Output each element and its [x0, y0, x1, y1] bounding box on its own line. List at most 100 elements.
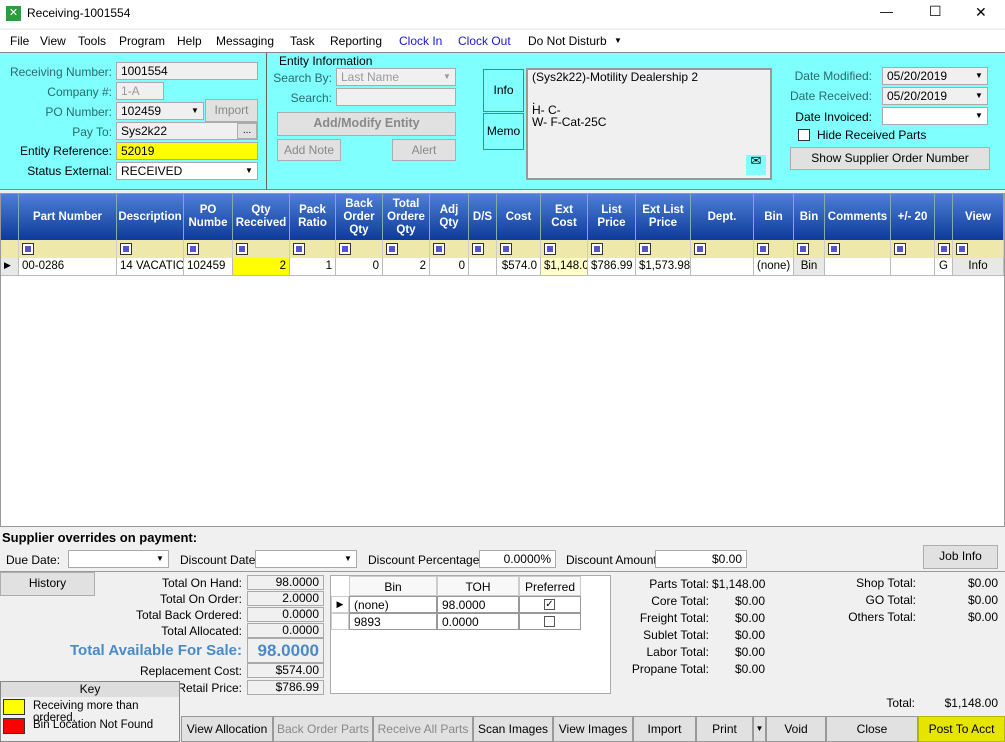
- pay-to-field[interactable]: Sys2k22...: [116, 122, 258, 140]
- status-external-select[interactable]: RECEIVED ▼: [116, 162, 258, 180]
- filter-icon[interactable]: [591, 243, 603, 255]
- menu-view[interactable]: View: [40, 34, 66, 48]
- menu-clock-in[interactable]: Clock In: [399, 34, 442, 48]
- print-dropdown-button[interactable]: ▼: [753, 716, 766, 742]
- filter-cell[interactable]: [430, 240, 469, 258]
- menu-help[interactable]: Help: [177, 34, 202, 48]
- menu-do-not-disturb[interactable]: Do Not Disturb: [528, 34, 607, 48]
- filter-cell[interactable]: [336, 240, 383, 258]
- column-header-bin[interactable]: Bin: [754, 194, 794, 240]
- add-note-button[interactable]: Add Note: [277, 139, 341, 161]
- filter-icon[interactable]: [894, 243, 906, 255]
- discount-date-picker[interactable]: ▼: [255, 550, 357, 568]
- column-header-total-ordere-qty[interactable]: Total Ordere Qty: [383, 194, 430, 240]
- filter-icon[interactable]: [293, 243, 305, 255]
- filter-icon[interactable]: [500, 243, 512, 255]
- po-number-select[interactable]: 102459 ▼: [116, 102, 204, 120]
- column-header-po-numbe[interactable]: PO Numbe: [184, 194, 233, 240]
- add-modify-entity-button[interactable]: Add/Modify Entity: [277, 112, 456, 136]
- receiving-number-field[interactable]: 1001554: [116, 62, 258, 80]
- filter-cell[interactable]: [184, 240, 233, 258]
- column-header-description[interactable]: Description: [117, 194, 184, 240]
- tab-memo[interactable]: Memo: [483, 113, 524, 150]
- menu-tools[interactable]: Tools: [78, 34, 106, 48]
- column-header-adj-qty[interactable]: Adj Qty: [430, 194, 469, 240]
- filter-cell[interactable]: [383, 240, 430, 258]
- discount-amount-field[interactable]: $0.00: [655, 550, 747, 568]
- filter-cell[interactable]: [754, 240, 794, 258]
- column-header-dept[interactable]: Dept.: [691, 194, 754, 240]
- column-header-part-number[interactable]: Part Number: [19, 194, 117, 240]
- envelope-icon[interactable]: ✉: [746, 154, 766, 175]
- filter-icon[interactable]: [797, 243, 809, 255]
- column-header-qty-received[interactable]: Qty Received: [233, 194, 290, 240]
- filter-icon[interactable]: [187, 243, 199, 255]
- column-header-bin[interactable]: Bin: [794, 194, 825, 240]
- cell-view[interactable]: Info: [953, 258, 1004, 276]
- column-header-blank[interactable]: [935, 194, 953, 240]
- scan-images-button[interactable]: Scan Images: [473, 716, 553, 742]
- filter-icon[interactable]: [472, 243, 484, 255]
- bins-header-toh[interactable]: TOH: [437, 576, 519, 596]
- filter-cell[interactable]: [935, 240, 953, 258]
- bins-header-bin[interactable]: Bin: [349, 576, 437, 596]
- filter-icon[interactable]: [694, 243, 706, 255]
- cell-d-s[interactable]: [469, 258, 497, 276]
- column-header-view[interactable]: View: [953, 194, 1004, 240]
- tab-info[interactable]: Info: [483, 69, 524, 112]
- column-header-ext-list-price[interactable]: Ext List Price: [636, 194, 691, 240]
- filter-icon[interactable]: [433, 243, 445, 255]
- minimize-button[interactable]: —: [880, 4, 893, 19]
- filter-cell[interactable]: [953, 240, 1004, 258]
- date-modified-picker[interactable]: 05/20/2019 ▼: [882, 67, 988, 85]
- filter-icon[interactable]: [386, 243, 398, 255]
- filter-icon[interactable]: [544, 243, 556, 255]
- cell-bin[interactable]: Bin: [794, 258, 825, 276]
- print-button[interactable]: Print: [696, 716, 753, 742]
- discount-percentage-field[interactable]: 0.0000%: [479, 550, 556, 568]
- filter-cell[interactable]: [588, 240, 636, 258]
- filter-cell[interactable]: [290, 240, 336, 258]
- filter-icon[interactable]: [757, 243, 769, 255]
- view-images-button[interactable]: View Images: [553, 716, 633, 742]
- bins-header-preferred[interactable]: Preferred: [519, 576, 581, 596]
- preferred-checkbox[interactable]: ✓: [544, 599, 555, 610]
- filter-cell[interactable]: [691, 240, 754, 258]
- menu-program[interactable]: Program: [119, 34, 165, 48]
- filter-icon[interactable]: [120, 243, 132, 255]
- close-form-button[interactable]: Close: [826, 716, 918, 742]
- filter-cell[interactable]: [541, 240, 588, 258]
- filter-cell[interactable]: [636, 240, 691, 258]
- filter-icon[interactable]: [639, 243, 651, 255]
- pay-to-browse-button[interactable]: ...: [237, 123, 257, 139]
- column-header-20[interactable]: +/- 20: [891, 194, 935, 240]
- filter-cell[interactable]: [19, 240, 117, 258]
- preferred-checkbox[interactable]: [544, 616, 555, 627]
- entity-reference-field[interactable]: 52019: [116, 142, 258, 160]
- back-order-parts-button[interactable]: Back Order Parts: [273, 716, 373, 742]
- menu-clock-out[interactable]: Clock Out: [458, 34, 511, 48]
- column-header-list-price[interactable]: List Price: [588, 194, 636, 240]
- bins-row-selector[interactable]: [331, 613, 349, 630]
- filter-cell[interactable]: [497, 240, 541, 258]
- menu-file[interactable]: File: [10, 34, 29, 48]
- search-input[interactable]: [336, 88, 456, 106]
- job-info-button[interactable]: Job Info: [923, 545, 998, 569]
- due-date-picker[interactable]: ▼: [68, 550, 169, 568]
- filter-icon[interactable]: [339, 243, 351, 255]
- search-by-select[interactable]: Last Name ▼: [336, 68, 456, 86]
- column-header-back-order-qty[interactable]: Back Order Qty: [336, 194, 383, 240]
- column-header-cost[interactable]: Cost: [497, 194, 541, 240]
- post-to-acct-button[interactable]: Post To Acct: [918, 716, 1005, 742]
- receive-all-parts-button[interactable]: Receive All Parts: [373, 716, 473, 742]
- filter-cell[interactable]: [233, 240, 290, 258]
- maximize-button[interactable]: ☐: [929, 3, 942, 20]
- show-supplier-order-button[interactable]: Show Supplier Order Number: [790, 147, 990, 170]
- date-invoiced-picker[interactable]: ▼: [882, 107, 988, 125]
- column-header-d-s[interactable]: D/S: [469, 194, 497, 240]
- row-selector[interactable]: ▶: [1, 258, 19, 276]
- column-header-comments[interactable]: Comments: [825, 194, 891, 240]
- menu-messaging[interactable]: Messaging: [216, 34, 274, 48]
- import-button[interactable]: Import: [633, 716, 696, 742]
- menu-task[interactable]: Task: [290, 34, 315, 48]
